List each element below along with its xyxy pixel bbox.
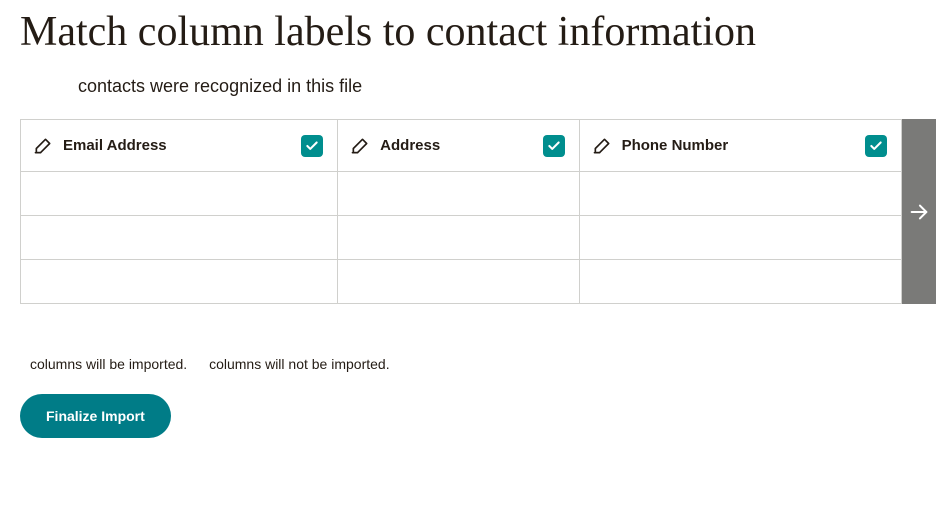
imported-count-text: columns will be imported.: [30, 356, 187, 372]
arrow-right-icon: [908, 201, 930, 223]
column-header[interactable]: Email Address: [21, 120, 338, 172]
pencil-icon[interactable]: [33, 136, 53, 156]
pencil-icon[interactable]: [592, 136, 612, 156]
finalize-import-button[interactable]: Finalize Import: [20, 394, 171, 438]
table-row: [21, 260, 902, 304]
column-header[interactable]: Phone Number: [579, 120, 901, 172]
column-label: Email Address: [63, 137, 167, 154]
column-mapping-table: Email Address Address: [20, 119, 902, 304]
column-checkbox[interactable]: [301, 135, 323, 157]
column-label: Phone Number: [622, 137, 729, 154]
column-mapping-table-wrap: Email Address Address: [20, 119, 952, 304]
pencil-icon[interactable]: [350, 136, 370, 156]
column-label: Address: [380, 137, 440, 154]
table-row: [21, 216, 902, 260]
table-row: [21, 172, 902, 216]
scroll-right-button[interactable]: [902, 119, 936, 304]
not-imported-count-text: columns will not be imported.: [209, 356, 390, 372]
recognized-contacts-text: contacts were recognized in this file: [0, 56, 952, 97]
column-checkbox[interactable]: [865, 135, 887, 157]
column-header[interactable]: Address: [338, 120, 579, 172]
page-title: Match column labels to contact informati…: [0, 0, 800, 56]
column-checkbox[interactable]: [543, 135, 565, 157]
import-summary: columns will be imported. columns will n…: [0, 304, 952, 372]
